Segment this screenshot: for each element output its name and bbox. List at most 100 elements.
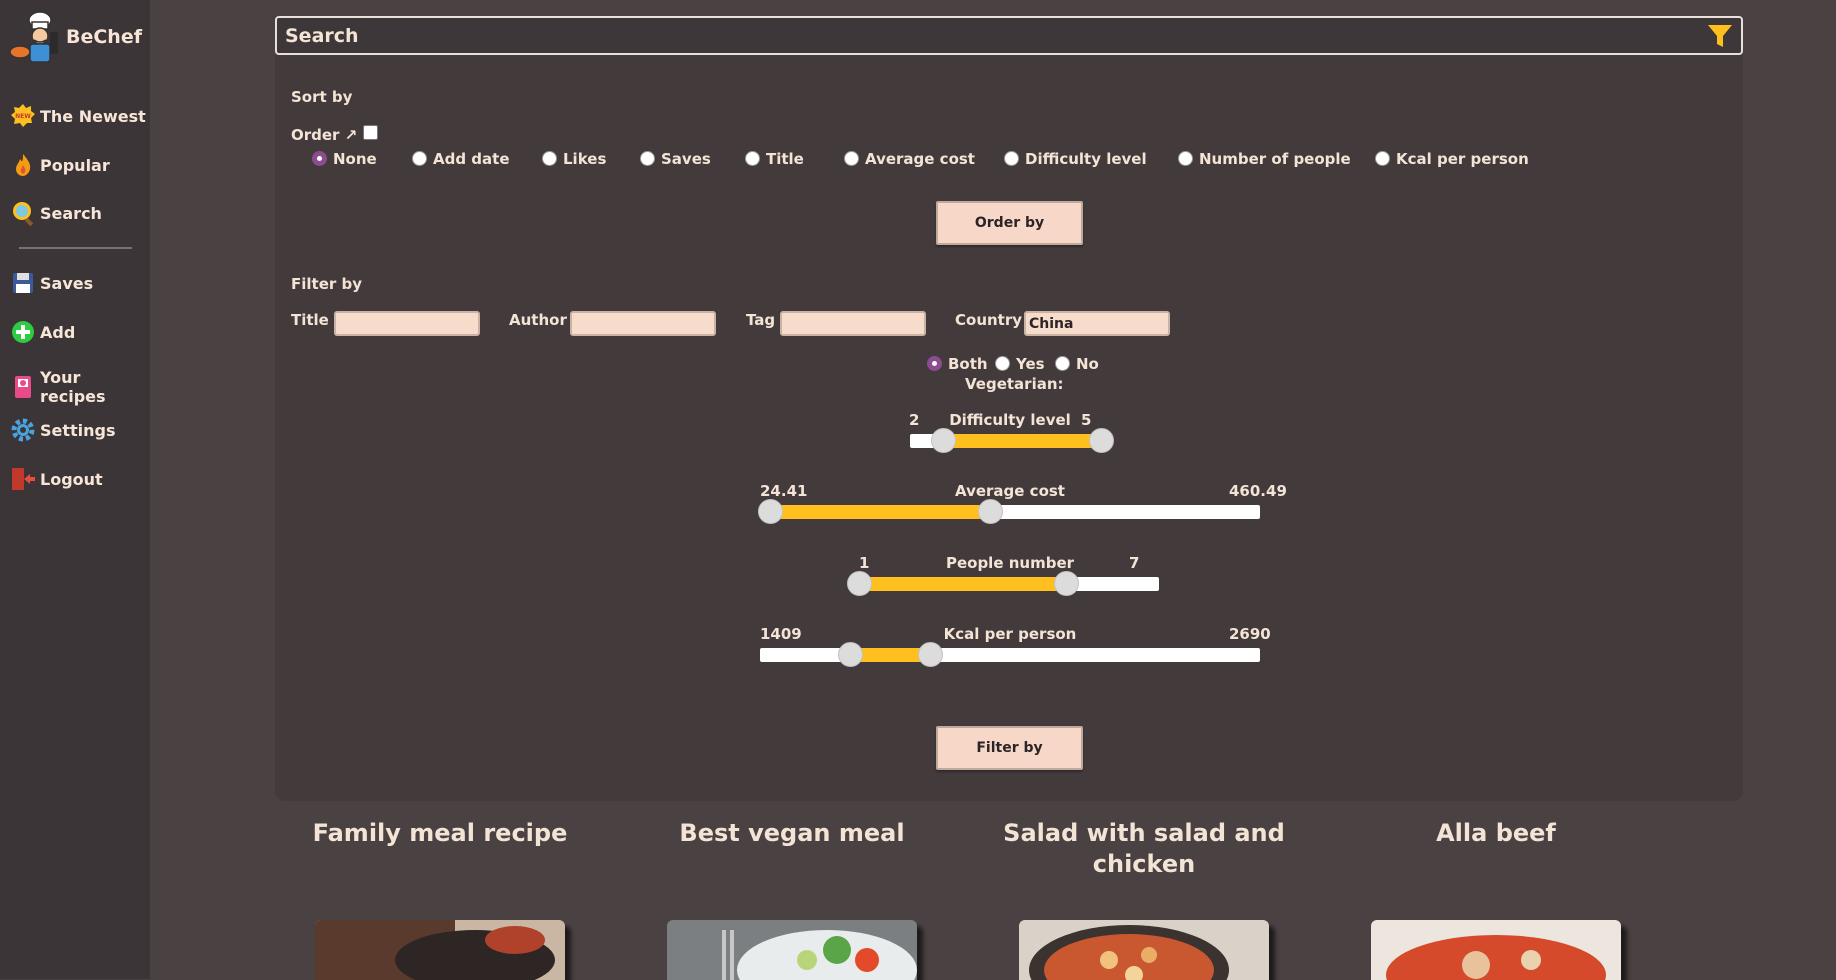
tag-filter-label: Tag <box>746 311 776 329</box>
order-direction-checkbox[interactable] <box>363 124 379 140</box>
kcal-max-label: 2690 <box>1229 625 1271 643</box>
title-filter-label: Title <box>291 311 329 329</box>
vegetarian-option-label: No <box>1076 354 1099 373</box>
recipe-card-title[interactable]: Salad with salad and chicken <box>989 818 1299 880</box>
sort-option-difficulty-level[interactable]: Difficulty level <box>1004 148 1147 168</box>
plus-circle-icon <box>10 319 36 345</box>
title-filter-input[interactable] <box>334 311 480 336</box>
recipe-book-icon <box>10 374 36 400</box>
vegetarian-option-yes[interactable]: Yes <box>995 353 1045 373</box>
radio-button[interactable] <box>927 356 942 371</box>
sidebar-item-search[interactable]: Search <box>10 200 102 226</box>
sidebar-item-settings[interactable]: Settings <box>10 417 116 443</box>
sort-option-label: None <box>333 149 377 168</box>
magnifier-icon <box>10 200 36 226</box>
average-cost-max-handle[interactable] <box>978 499 1003 524</box>
sort-option-label: Difficulty level <box>1025 149 1147 168</box>
sidebar-item-popular[interactable]: Popular <box>10 152 110 178</box>
search-input[interactable]: Search <box>275 16 1743 55</box>
radio-button[interactable] <box>844 151 859 166</box>
search-options-panel: Sort by Order ↗ None Add date Likes Save… <box>275 55 1743 801</box>
sidebar-item-saves[interactable]: Saves <box>10 270 93 296</box>
sidebar-item-label: Settings <box>40 420 116 440</box>
people-number-max-handle[interactable] <box>1054 571 1080 596</box>
search-placeholder: Search <box>285 24 359 47</box>
radio-button[interactable] <box>542 151 557 166</box>
order-by-button[interactable]: Order by <box>936 201 1083 245</box>
people-number-min-handle[interactable] <box>847 571 873 596</box>
radio-button[interactable] <box>1055 356 1070 371</box>
kcal-per-person-max-handle[interactable] <box>918 642 943 667</box>
vegetarian-option-both[interactable]: Both <box>927 353 988 373</box>
difficulty-slider-range <box>943 434 1102 448</box>
kcal-min-label: 1409 <box>760 625 802 643</box>
sidebar-item-logout[interactable]: Logout <box>10 466 103 492</box>
recipe-card-title[interactable]: Best vegan meal <box>637 818 947 849</box>
recipe-card-image[interactable] <box>1371 920 1621 980</box>
radio-button[interactable] <box>312 151 327 166</box>
sort-option-title[interactable]: Title <box>745 148 804 168</box>
kcal-per-person-slider[interactable] <box>760 642 1260 667</box>
filter-by-button[interactable]: Filter by <box>936 726 1083 770</box>
funnel-icon[interactable] <box>1707 23 1733 49</box>
sidebar-item-label: Search <box>40 203 102 223</box>
sort-option-label: Title <box>766 149 804 168</box>
author-filter-input[interactable] <box>570 311 716 336</box>
sort-option-average-cost[interactable]: Average cost <box>844 148 975 168</box>
app-logo[interactable]: BeChef <box>6 8 142 66</box>
radio-button[interactable] <box>640 151 655 166</box>
radio-button[interactable] <box>995 356 1010 371</box>
order-direction-control: Order ↗ <box>291 124 379 144</box>
sidebar-item-add[interactable]: Add <box>10 319 75 345</box>
tag-filter-input[interactable] <box>780 311 926 336</box>
recipe-card-image[interactable] <box>667 920 917 980</box>
logout-door-icon <box>10 466 36 492</box>
recipe-card-image[interactable] <box>1019 920 1269 980</box>
radio-button[interactable] <box>745 151 760 166</box>
sidebar-item-your-recipes[interactable]: Your recipes <box>10 368 150 406</box>
sort-option-label: Saves <box>661 149 711 168</box>
new-badge-icon: NEW <box>10 103 36 129</box>
sidebar-item-label: The Newest <box>40 106 146 126</box>
average-cost-min-handle[interactable] <box>758 499 783 524</box>
people-number-slider-range <box>859 577 1067 591</box>
recipe-card-title[interactable]: Family meal recipe <box>285 818 595 849</box>
sort-option-add-date[interactable]: Add date <box>412 148 510 168</box>
cost-max-label: 460.49 <box>1229 482 1287 500</box>
sidebar-item-label: Saves <box>40 273 94 293</box>
sort-option-label: Likes <box>563 149 607 168</box>
sidebar-item-label: Popular <box>40 155 110 175</box>
sort-option-label: Average cost <box>865 149 975 168</box>
radio-button[interactable] <box>1375 151 1390 166</box>
radio-button[interactable] <box>412 151 427 166</box>
country-filter-label: Country <box>955 311 1023 329</box>
radio-button[interactable] <box>1004 151 1019 166</box>
sort-option-number-of-people[interactable]: Number of people <box>1178 148 1351 168</box>
sort-option-kcal-per-person[interactable]: Kcal per person <box>1375 148 1529 168</box>
vegetarian-option-no[interactable]: No <box>1055 353 1099 373</box>
country-filter-input[interactable]: China <box>1024 311 1170 336</box>
people-number-slider[interactable] <box>847 571 1159 596</box>
sidebar: BeChef NEW The Newest Popular Search Sav… <box>0 0 150 979</box>
sort-option-saves[interactable]: Saves <box>640 148 711 168</box>
difficulty-slider[interactable] <box>910 428 1115 453</box>
vegetarian-label: Vegetarian: <box>965 375 1064 393</box>
people-label: People number <box>945 554 1075 572</box>
author-filter-label: Author <box>509 311 567 329</box>
difficulty-min-label: 2 <box>909 411 920 429</box>
sidebar-divider <box>19 247 132 249</box>
sidebar-item-the-newest[interactable]: NEW The Newest <box>10 103 146 129</box>
gear-icon <box>10 417 36 443</box>
difficulty-max-handle[interactable] <box>1089 428 1115 453</box>
sort-option-likes[interactable]: Likes <box>542 148 606 168</box>
difficulty-min-handle[interactable] <box>931 428 957 453</box>
recipe-card-title[interactable]: Alla beef <box>1341 818 1651 849</box>
average-cost-slider[interactable] <box>758 499 1260 524</box>
recipe-card-image[interactable] <box>315 920 565 980</box>
sort-option-none[interactable]: None <box>312 148 377 168</box>
difficulty-label: Difficulty level <box>949 411 1071 429</box>
radio-button[interactable] <box>1178 151 1193 166</box>
vegetarian-option-label: Both <box>948 354 988 373</box>
kcal-per-person-min-handle[interactable] <box>838 642 863 667</box>
filter-section-title: Filter by <box>291 275 363 293</box>
